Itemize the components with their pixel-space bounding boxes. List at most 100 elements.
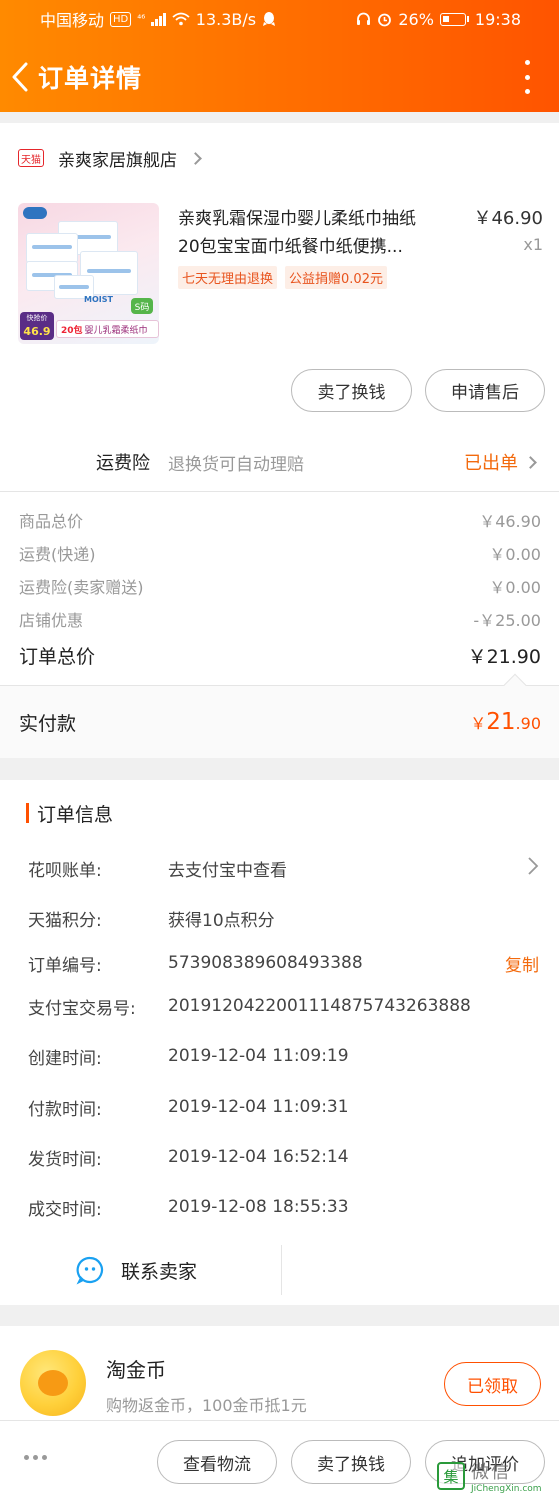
fee-value: ￥0.00	[489, 544, 541, 564]
order-info-header: 订单信息	[18, 800, 113, 826]
paid-integer: 21	[486, 709, 516, 735]
product-title[interactable]: 亲爽乳霜保湿巾婴儿柔纸巾抽纸 20包宝宝面巾纸餐巾纸便携...	[178, 205, 466, 261]
status-bar: 中国移动 HD ⁴⁶ 13.3B/s 26% 19:38	[40, 8, 521, 31]
product-image-price-value: 46.9	[23, 325, 51, 338]
fee-value: ￥0.00	[489, 577, 541, 597]
tag-return: 七天无理由退换	[178, 266, 278, 289]
product-title-line2: 20包宝宝面巾纸餐巾纸便携...	[178, 237, 403, 257]
alarm-icon	[378, 13, 392, 26]
info-label: 订单编号:	[28, 955, 102, 976]
paid-decimal: .90	[515, 714, 541, 733]
fee-row: 店铺优惠 -￥25.00	[19, 602, 541, 635]
fee-breakdown: 商品总价 ￥46.90 运费(快递) ￥0.00 运费险(卖家赠送) ￥0.00 店铺…	[19, 503, 541, 675]
contact-seller-button[interactable]: 联系卖家	[0, 1245, 282, 1295]
order-total-row: 订单总价 ￥21.90	[19, 635, 541, 675]
shop-link[interactable]: 天猫 亲爽家居旗舰店	[18, 145, 202, 171]
info-value: 2019-12-04 11:09:31	[168, 1097, 349, 1117]
product-image-caption: 20包 婴儿乳霜柔纸巾	[56, 320, 159, 338]
fee-value: -￥25.00	[473, 610, 541, 630]
info-label: 支付宝交易号:	[28, 998, 136, 1019]
product-price: ￥46.90	[473, 208, 543, 229]
contact-seller-label: 联系卖家	[121, 1260, 198, 1283]
product-quantity: x1	[523, 235, 543, 254]
more-dots-icon[interactable]	[24, 1455, 47, 1460]
product-image-caption-text: 婴儿乳霜柔纸巾	[84, 325, 148, 336]
fee-row: 运费(快递) ￥0.00	[19, 536, 541, 569]
headphones-icon	[357, 12, 371, 25]
divider	[0, 491, 559, 492]
info-label: 成交时间:	[28, 1199, 102, 1220]
order-total-value: ￥21.90	[467, 645, 541, 668]
app-header: 中国移动 HD ⁴⁶ 13.3B/s 26% 19:38 订单详情	[0, 0, 559, 112]
fee-label: 店铺优惠	[19, 610, 84, 630]
product-image[interactable]: MOIST S码 快抢价 46.9 20包 婴儿乳霜柔纸巾	[18, 203, 159, 344]
shop-name: 亲爽家居旗舰店	[58, 150, 177, 171]
order-product-card: 天猫 亲爽家居旗舰店 MOIST S码 快抢价 46.9 20包 婴儿乳霜柔纸巾 亲…	[0, 123, 559, 758]
coin-title: 淘金币	[106, 1358, 166, 1382]
chat-bubble-icon	[76, 1256, 104, 1285]
battery-icon	[439, 12, 469, 26]
info-value: 去支付宝中查看	[168, 860, 287, 881]
info-row-order-id: 订单编号: 573908389608493388 复制	[28, 948, 539, 978]
paid-value: ￥21.90	[470, 709, 541, 735]
wifi-icon	[172, 12, 190, 26]
back-button[interactable]	[8, 57, 32, 97]
view-logistics-button[interactable]: 查看物流	[157, 1440, 277, 1484]
paid-currency: ￥	[470, 714, 487, 733]
hd-badge: HD	[110, 11, 132, 27]
info-value: 2019-12-04 16:52:14	[168, 1147, 349, 1167]
product-image-price-label: 快抢价	[26, 314, 48, 322]
order-info-title: 订单信息	[37, 803, 114, 826]
product-title-line1: 亲爽乳霜保湿巾婴儿柔纸巾抽纸	[178, 209, 416, 229]
info-value: 2019120422001114875743263888	[168, 996, 471, 1016]
clock: 19:38	[474, 9, 521, 29]
shipping-insurance-status: 已出单	[464, 453, 518, 474]
info-label: 天猫积分:	[28, 910, 102, 931]
info-label: 付款时间:	[28, 1099, 102, 1120]
network-type: ⁴⁶	[137, 13, 146, 25]
copy-button[interactable]: 复制	[505, 951, 539, 976]
fee-row: 运费险(卖家赠送) ￥0.00	[19, 569, 541, 602]
info-row-shipped: 发货时间: 2019-12-04 16:52:14	[28, 1142, 539, 1172]
after-sale-button[interactable]: 申请售后	[425, 369, 545, 412]
info-value: 573908389608493388	[168, 953, 363, 973]
carrier-label: 中国移动	[40, 11, 105, 30]
tmall-icon: 天猫	[18, 149, 44, 167]
shipping-insurance-label: 运费险	[96, 453, 150, 474]
shipping-insurance-desc: 退换货可自动理赔	[168, 454, 304, 475]
fee-label: 运费(快递)	[19, 544, 96, 564]
fee-row: 商品总价 ￥46.90	[19, 503, 541, 536]
info-label: 花呗账单:	[28, 860, 102, 881]
info-row-huabei[interactable]: 花呗账单: 去支付宝中查看	[28, 853, 539, 883]
coin-desc: 购物返金币，100金币抵1元	[106, 1396, 307, 1415]
resell-button[interactable]: 卖了换钱	[291, 369, 412, 412]
shipping-insurance-row[interactable]: 运费险 退换货可自动理赔 已出单	[0, 441, 559, 483]
net-speed: 13.3B/s	[195, 9, 257, 29]
info-row-completed: 成交时间: 2019-12-08 18:55:33	[28, 1192, 539, 1222]
bottom-action-bar: 查看物流 卖了换钱 追加评价	[0, 1420, 559, 1500]
product-image-brand: MOIST	[84, 295, 113, 304]
product-image-price: 快抢价 46.9	[20, 312, 54, 340]
more-menu-button[interactable]	[523, 60, 531, 94]
info-row-points: 天猫积分: 获得10点积分	[28, 903, 539, 933]
coin-icon	[20, 1350, 86, 1416]
size-badge: S码	[131, 298, 153, 314]
signal-icon	[151, 12, 166, 26]
battery-percent: 26%	[398, 9, 434, 29]
nav-bar: 订单详情	[0, 56, 559, 98]
paid-label: 实付款	[19, 712, 77, 735]
info-value: 2019-12-04 11:09:19	[168, 1046, 349, 1066]
resell-bottom-button[interactable]: 卖了换钱	[291, 1440, 411, 1484]
page-title: 订单详情	[38, 64, 143, 93]
coin-claimed-button[interactable]: 已领取	[444, 1362, 541, 1406]
brand-logo-icon	[23, 207, 47, 219]
chevron-left-icon	[12, 62, 28, 92]
append-review-button[interactable]: 追加评价	[425, 1440, 545, 1484]
chevron-right-icon	[524, 455, 537, 469]
tag-charity: 公益捐赠0.02元	[285, 266, 387, 289]
chevron-right-icon	[527, 856, 539, 881]
info-value: 2019-12-08 18:55:33	[168, 1197, 349, 1217]
paid-amount-row: 实付款 ￥21.90	[0, 673, 559, 758]
info-row-created: 创建时间: 2019-12-04 11:09:19	[28, 1041, 539, 1071]
order-info-card: 订单信息 花呗账单: 去支付宝中查看 天猫积分: 获得10点积分 订单编号: 5…	[0, 780, 559, 1305]
